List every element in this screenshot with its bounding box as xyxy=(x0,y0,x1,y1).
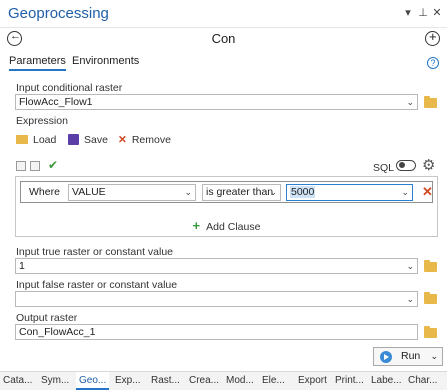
true-raster-value: 1 xyxy=(19,260,25,272)
true-raster-input[interactable]: 1 ⌄ xyxy=(15,258,418,274)
folder-icon[interactable] xyxy=(424,326,437,338)
clause-mode-icon[interactable] xyxy=(16,161,26,171)
clause-builder: Where VALUE ⌄ is greater than ⌄ 5000 ⌄ ✕… xyxy=(15,176,438,237)
run-play-icon xyxy=(380,351,392,363)
conditional-raster-input[interactable]: FlowAcc_Flow1 ⌄ xyxy=(15,94,418,110)
load-button[interactable]: Load xyxy=(16,134,56,146)
bottom-tab[interactable]: Exp... xyxy=(115,375,141,386)
menu-dropdown-icon[interactable]: ▾ xyxy=(402,7,414,19)
output-raster-label: Output raster xyxy=(16,312,78,324)
help-icon[interactable]: ? xyxy=(427,57,439,69)
bottom-tab[interactable]: Export xyxy=(298,375,327,386)
bottom-tab[interactable]: Print... xyxy=(335,375,364,386)
add-clause-button[interactable]: + Add Clause xyxy=(16,218,437,233)
operator-select-value: is greater than xyxy=(206,186,274,198)
operator-select[interactable]: is greater than ⌄ xyxy=(202,184,281,201)
remove-x-icon: ✕ xyxy=(118,134,127,146)
clause-row: Where VALUE ⌄ is greater than ⌄ 5000 ⌄ ✕ xyxy=(20,181,433,203)
bottom-pane-tabs: Cata... Sym... Geo... Exp... Rast... Cre… xyxy=(0,371,447,390)
chevron-down-icon: ⌄ xyxy=(184,187,192,197)
chevron-down-icon: ⌄ xyxy=(406,294,414,304)
output-raster-value: Con_FlowAcc_1 xyxy=(19,326,96,338)
bottom-tab[interactable]: Crea... xyxy=(189,375,219,386)
save-button[interactable]: Save xyxy=(68,134,108,146)
chevron-down-icon: ⌄ xyxy=(406,261,414,271)
add-tool-button[interactable]: + xyxy=(425,29,440,46)
gear-icon[interactable]: ⚙ xyxy=(422,156,435,174)
where-label: Where xyxy=(29,186,60,198)
bottom-tab[interactable]: Cata... xyxy=(3,375,32,386)
run-label: Run xyxy=(401,350,421,362)
bottom-tab[interactable]: Rast... xyxy=(151,375,180,386)
clause-value-input[interactable]: 5000 ⌄ xyxy=(286,184,413,201)
clause-mode-alt-icon[interactable] xyxy=(30,161,40,171)
pin-icon[interactable]: ⊥ xyxy=(417,7,429,19)
conditional-raster-value: FlowAcc_Flow1 xyxy=(19,96,93,108)
plus-icon: + xyxy=(192,218,201,233)
output-raster-input[interactable]: Con_FlowAcc_1 xyxy=(15,324,418,340)
save-label: Save xyxy=(84,134,108,146)
bottom-tab[interactable]: Labe... xyxy=(371,375,402,386)
chevron-down-icon: ⌄ xyxy=(406,97,414,107)
bottom-tab[interactable]: Geo... xyxy=(76,372,110,390)
remove-button[interactable]: ✕ Remove xyxy=(118,134,171,146)
conditional-raster-label: Input conditional raster xyxy=(16,82,123,94)
folder-icon[interactable] xyxy=(424,292,437,304)
load-folder-icon xyxy=(16,135,28,144)
bottom-tab[interactable]: Ele... xyxy=(262,375,285,386)
field-select-value: VALUE xyxy=(72,186,106,198)
close-icon[interactable]: ✕ xyxy=(431,7,443,19)
load-label: Load xyxy=(33,134,57,146)
tool-name: Con xyxy=(211,31,236,46)
tool-tabs: Parameters Environments ? xyxy=(0,55,447,73)
pane-title: Geoprocessing xyxy=(8,5,109,22)
tab-parameters[interactable]: Parameters xyxy=(9,55,66,71)
save-disk-icon xyxy=(68,134,79,145)
expression-label: Expression xyxy=(16,115,68,127)
false-raster-input[interactable]: ⌄ xyxy=(15,291,418,307)
folder-icon[interactable] xyxy=(424,260,437,272)
clause-value: 5000 xyxy=(290,186,316,198)
title-bar: Geoprocessing ▾ ⊥ ✕ xyxy=(0,0,447,28)
back-button[interactable]: ← xyxy=(7,30,22,46)
sql-toggle[interactable] xyxy=(396,160,416,171)
add-clause-label: Add Clause xyxy=(206,221,261,233)
sql-label: SQL xyxy=(373,162,395,174)
tab-environments[interactable]: Environments xyxy=(72,55,139,67)
bottom-tab[interactable]: Mod... xyxy=(226,375,254,386)
chevron-down-icon: ⌄ xyxy=(269,187,277,197)
bottom-tab[interactable]: Char... xyxy=(408,375,437,386)
delete-clause-icon[interactable]: ✕ xyxy=(422,184,433,200)
verify-check-icon[interactable]: ✔ xyxy=(48,158,58,172)
bottom-tab[interactable]: Sym... xyxy=(41,375,69,386)
remove-label: Remove xyxy=(131,134,171,146)
chevron-down-icon[interactable]: ⌄ xyxy=(430,348,438,365)
back-arrow-icon: ← xyxy=(10,30,21,42)
folder-icon[interactable] xyxy=(424,96,437,108)
false-raster-label: Input false raster or constant value xyxy=(16,279,178,291)
plus-icon: + xyxy=(429,29,437,44)
chevron-down-icon: ⌄ xyxy=(401,187,409,197)
field-select[interactable]: VALUE ⌄ xyxy=(68,184,196,201)
tool-header: Con ← + xyxy=(0,28,447,50)
true-raster-label: Input true raster or constant value xyxy=(16,246,174,258)
run-button[interactable]: Run ⌄ xyxy=(373,347,443,366)
